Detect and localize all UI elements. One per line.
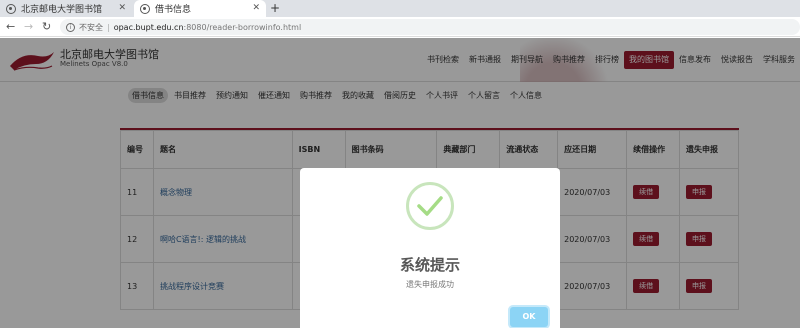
close-icon[interactable]: ✕	[252, 3, 260, 13]
reload-icon[interactable]: ↻	[42, 20, 51, 33]
new-tab-plus-icon[interactable]: +	[270, 1, 280, 15]
security-label: 不安全	[79, 22, 103, 32]
tab-title: 借书信息	[155, 5, 192, 15]
browser-tab-borrowinfo[interactable]: 借书信息 ✕	[134, 0, 266, 17]
url-host: opac.bupt.edu.cn	[113, 22, 184, 32]
info-icon[interactable]: i	[66, 22, 75, 32]
url-separator: |	[107, 22, 110, 32]
page-content: 北京邮电大学图书馆 Melinets Opac V8.0 书刊检索 新书通报 期…	[0, 38, 800, 328]
success-check-icon	[406, 182, 454, 230]
browser-tab-library[interactable]: 北京邮电大学图书馆 ✕	[0, 0, 132, 17]
globe-icon	[6, 3, 16, 14]
forward-arrow-icon[interactable]: →	[24, 20, 33, 33]
system-alert-dialog: 系统提示 遗失申报成功 OK	[300, 168, 560, 328]
globe-icon	[140, 3, 150, 14]
back-arrow-icon[interactable]: ←	[6, 20, 15, 33]
tab-title: 北京邮电大学图书馆	[21, 5, 103, 15]
close-icon[interactable]: ✕	[118, 3, 126, 13]
url-path: :8080/reader-borrowinfo.html	[183, 22, 302, 32]
dialog-title: 系统提示	[399, 256, 460, 274]
browser-address-bar: ← → ↻ i 不安全 | opac.bupt.edu.cn :8080/rea…	[0, 17, 800, 37]
url-field[interactable]: i 不安全 | opac.bupt.edu.cn :8080/reader-bo…	[60, 19, 800, 35]
browser-tab-bar: 北京邮电大学图书馆 ✕ 借书信息 ✕ +	[0, 0, 800, 17]
ok-button[interactable]: OK	[510, 307, 548, 327]
dialog-message: 遗失申报成功	[406, 280, 454, 289]
